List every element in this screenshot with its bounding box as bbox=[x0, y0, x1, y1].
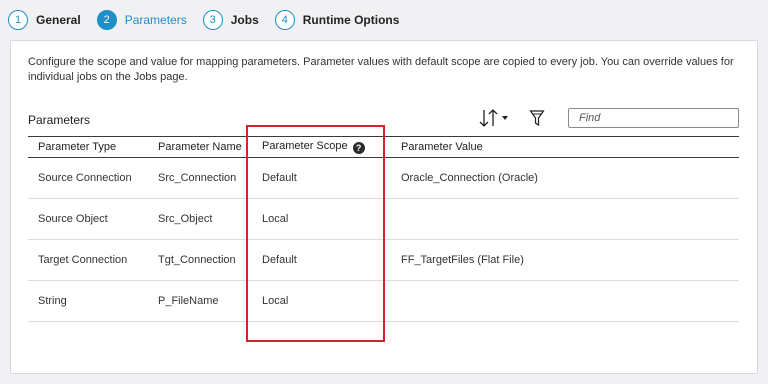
step-number: 4 bbox=[274, 10, 295, 30]
panel-description: Configure the scope and value for mappin… bbox=[28, 56, 734, 83]
table-header: Parameter Type Parameter Name Parameter … bbox=[28, 136, 739, 158]
section-title: Parameters bbox=[28, 113, 91, 127]
step-number: 3 bbox=[202, 10, 223, 30]
cell-parameter-scope[interactable]: Default bbox=[262, 254, 297, 266]
table-row[interactable]: Source Connection Src_Connection Default… bbox=[28, 158, 739, 199]
cell-parameter-value[interactable]: Oracle_Connection (Oracle) bbox=[401, 172, 538, 184]
parameters-table: Parameter Type Parameter Name Parameter … bbox=[28, 136, 739, 322]
cell-parameter-name: Src_Connection bbox=[158, 172, 237, 184]
help-icon[interactable]: ? bbox=[352, 142, 365, 154]
step-parameters[interactable]: 2 Parameters bbox=[96, 10, 187, 30]
funnel-icon bbox=[529, 110, 545, 127]
cell-parameter-scope[interactable]: Default bbox=[262, 172, 297, 184]
find-input[interactable] bbox=[568, 108, 739, 128]
step-runtime-options[interactable]: 4 Runtime Options bbox=[274, 10, 400, 30]
step-label: Jobs bbox=[230, 13, 259, 27]
table-row[interactable]: Source Object Src_Object Local bbox=[28, 199, 739, 240]
step-label: Parameters bbox=[124, 13, 187, 27]
step-label: General bbox=[36, 13, 81, 27]
parameters-panel: Configure the scope and value for mappin… bbox=[10, 40, 758, 374]
sort-icon-graphic bbox=[479, 109, 508, 127]
cell-parameter-type: Target Connection bbox=[38, 254, 128, 266]
cell-parameter-value[interactable]: FF_TargetFiles (Flat File) bbox=[401, 254, 524, 266]
cell-parameter-type: Source Connection bbox=[38, 172, 132, 184]
sort-icon[interactable] bbox=[477, 107, 515, 129]
header-parameter-type[interactable]: Parameter Type bbox=[38, 141, 116, 153]
step-jobs[interactable]: 3 Jobs bbox=[202, 10, 259, 30]
cell-parameter-type: Source Object bbox=[38, 213, 108, 225]
cell-parameter-name: Tgt_Connection bbox=[158, 254, 236, 266]
step-number: 2 bbox=[96, 10, 117, 30]
header-label: Parameter Scope bbox=[262, 140, 348, 152]
step-number: 1 bbox=[8, 10, 28, 30]
wizard-stepper: 1 General 2 Parameters 3 Jobs 4 Runtime … bbox=[8, 8, 399, 32]
filter-icon[interactable] bbox=[529, 107, 547, 129]
step-general[interactable]: 1 General bbox=[8, 10, 81, 30]
table-row[interactable]: Target Connection Tgt_Connection Default… bbox=[28, 240, 739, 281]
cell-parameter-scope[interactable]: Local bbox=[262, 295, 288, 307]
cell-parameter-type: String bbox=[38, 295, 67, 307]
step-label: Runtime Options bbox=[302, 13, 400, 27]
cell-parameter-name: P_FileName bbox=[158, 295, 219, 307]
header-parameter-name[interactable]: Parameter Name bbox=[158, 141, 242, 153]
cell-parameter-name: Src_Object bbox=[158, 213, 213, 225]
cell-parameter-scope[interactable]: Local bbox=[262, 213, 288, 225]
table-row[interactable]: String P_FileName Local bbox=[28, 281, 739, 322]
header-parameter-scope[interactable]: Parameter Scope? bbox=[262, 140, 365, 154]
header-parameter-value[interactable]: Parameter Value bbox=[401, 141, 483, 153]
